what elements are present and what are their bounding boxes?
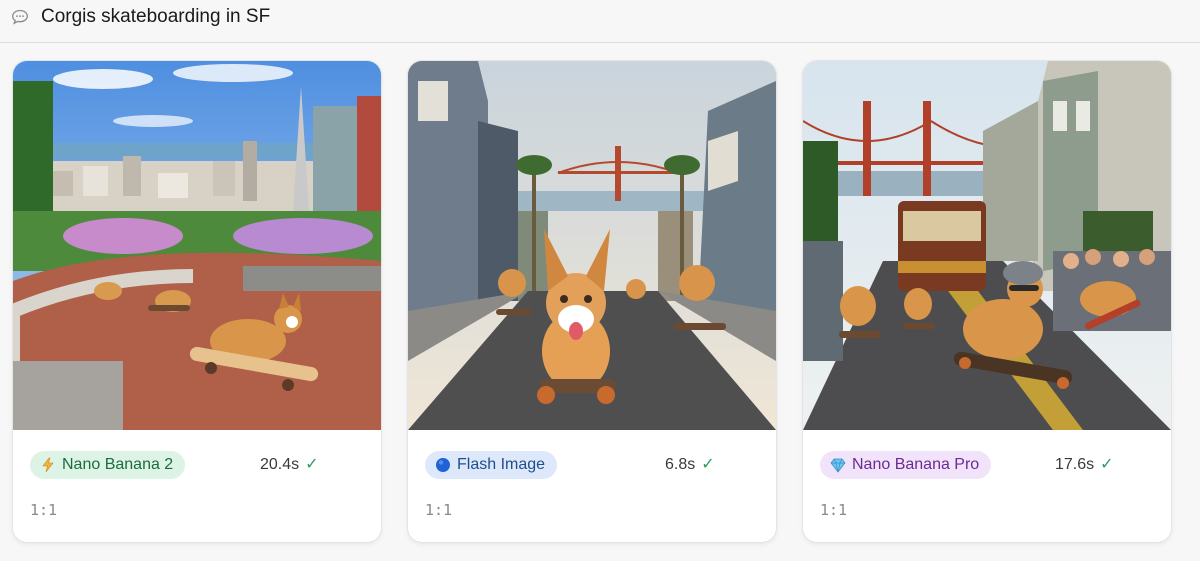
model-name: Flash Image: [457, 456, 546, 473]
generated-image-graphic: [13, 61, 381, 430]
result-card-1[interactable]: Nano Banana 2 20.4s ✓ 1:1: [13, 61, 381, 542]
model-name: Nano Banana 2: [62, 456, 174, 473]
time-value: 6.8s: [665, 456, 696, 473]
generated-image[interactable]: [803, 61, 1171, 430]
lightning-icon: [42, 457, 54, 473]
prompt-header: Corgis skateboarding in SF: [0, 0, 1200, 43]
generated-image[interactable]: [408, 61, 776, 430]
prompt-title: Corgis skateboarding in SF: [41, 6, 271, 27]
result-card-3[interactable]: Nano Banana Pro 17.6s ✓ 1:1: [803, 61, 1171, 542]
generated-image-graphic: [408, 61, 776, 430]
aspect-ratio: 1:1: [30, 501, 58, 519]
gem-icon: [830, 458, 846, 473]
generated-image-graphic: [803, 61, 1171, 430]
model-badge[interactable]: Flash Image: [425, 451, 558, 479]
aspect-ratio: 1:1: [425, 501, 453, 519]
result-card-2[interactable]: Flash Image 6.8s ✓ 1:1: [408, 61, 776, 542]
model-name: Nano Banana Pro: [852, 456, 980, 473]
aspect-ratio: 1:1: [820, 501, 848, 519]
speech-bubble-icon: [12, 9, 28, 25]
time-value: 20.4s: [260, 456, 300, 473]
checkmark-icon: ✓: [1100, 456, 1114, 473]
generation-time: 17.6s ✓: [1055, 454, 1114, 474]
generation-time: 6.8s ✓: [665, 454, 715, 474]
checkmark-icon: ✓: [701, 456, 715, 473]
time-value: 17.6s: [1055, 456, 1095, 473]
generation-time: 20.4s ✓: [260, 454, 319, 474]
blue-circle-icon: [436, 458, 450, 472]
checkmark-icon: ✓: [305, 456, 319, 473]
generated-image[interactable]: [13, 61, 381, 430]
model-badge[interactable]: Nano Banana Pro: [820, 451, 992, 479]
model-badge[interactable]: Nano Banana 2: [30, 451, 186, 479]
